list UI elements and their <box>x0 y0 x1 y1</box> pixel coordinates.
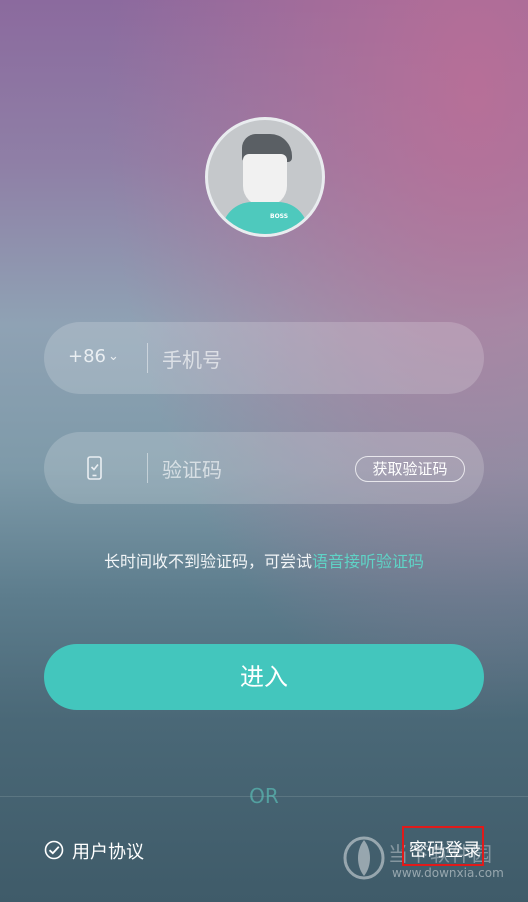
avatar-shirt <box>222 202 308 234</box>
chevron-down-icon[interactable]: ⌄ <box>108 349 119 364</box>
check-circle-icon[interactable] <box>44 840 64 860</box>
field-separator <box>147 343 148 373</box>
user-agreement-link[interactable]: 用户协议 <box>72 838 144 864</box>
password-login-label[interactable]: 密码登录 <box>409 836 481 862</box>
country-code-selector[interactable]: +86 <box>68 346 106 367</box>
avatar-face <box>243 154 287 206</box>
mobile-check-icon <box>87 456 102 480</box>
code-input-row[interactable]: 验证码 获取验证码 <box>44 432 484 504</box>
voice-code-link[interactable]: 语音接听验证码 <box>312 552 424 571</box>
hint-text: 长时间收不到验证码，可尝试 <box>103 552 312 571</box>
field-separator <box>147 453 148 483</box>
get-code-button[interactable]: 获取验证码 <box>355 456 465 482</box>
enter-button[interactable]: 进入 <box>44 644 484 710</box>
avatar: BOSS <box>205 117 325 237</box>
password-login-button[interactable]: 密码登录 <box>402 826 484 866</box>
verification-code-input[interactable]: 验证码 <box>162 454 222 483</box>
phone-input[interactable]: 手机号 <box>162 344 222 373</box>
code-hint: 长时间收不到验证码，可尝试语音接听验证码 <box>0 548 528 572</box>
watermark-logo-icon <box>343 836 385 880</box>
phone-input-row[interactable]: +86 ⌄ 手机号 <box>44 322 484 394</box>
avatar-brand-text: BOSS <box>270 213 289 220</box>
or-label: OR <box>249 784 279 808</box>
watermark-url: www.downxia.com <box>392 866 504 880</box>
